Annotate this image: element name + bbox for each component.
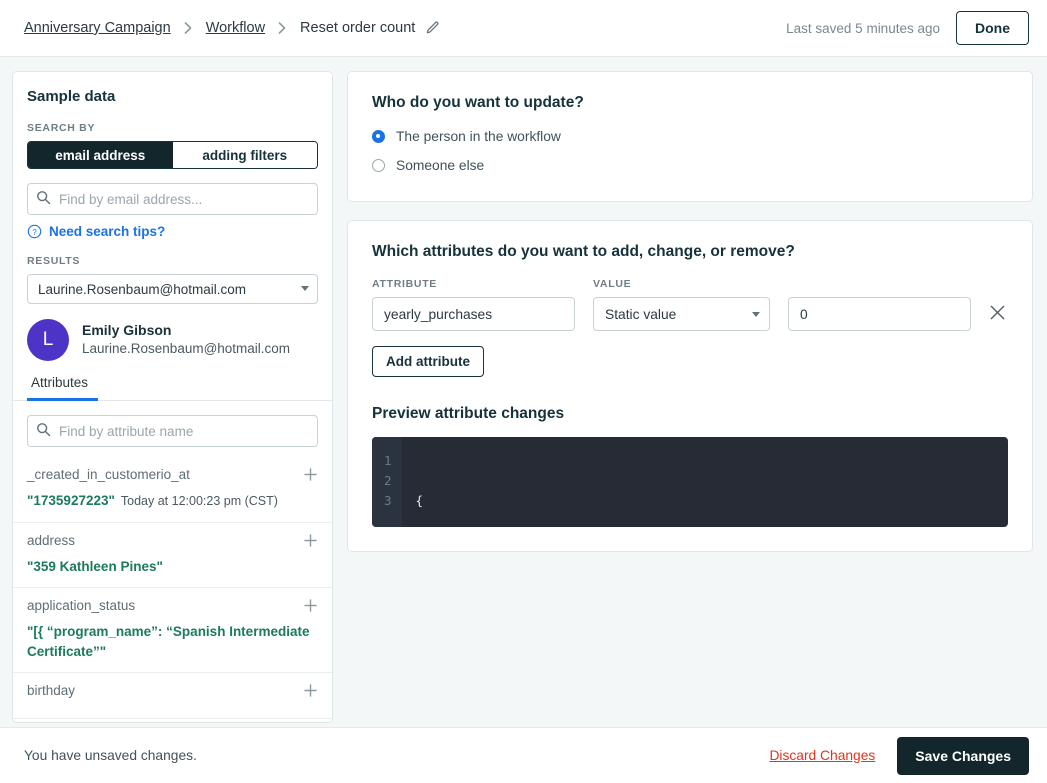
search-by-toggle[interactable]: email address adding filters [27,141,318,169]
preview-code-block: 1 2 3 { "yearly_purchases": "0" } [372,437,1008,527]
sample-data-panel: Sample data SEARCH BY email address addi… [12,71,333,723]
value-type-select[interactable]: Static value [593,297,770,331]
results-label: RESULTS [27,255,81,267]
discard-changes-link[interactable]: Discard Changes [769,748,875,763]
attribute-value: "[{ “program_name”: “Spanish Intermediat… [27,624,310,659]
breadcrumb: Anniversary Campaign Workflow Reset orde… [24,20,786,36]
unsaved-message: You have unsaved changes. [24,748,197,763]
attribute-key: application_status [27,598,136,614]
list-item[interactable]: _created_in_customerio_at "1735927223" To… [13,457,332,523]
who-card-title: Who do you want to update? [372,94,584,111]
results-select[interactable]: Laurine.Rosenbaum@hotmail.com [27,274,318,304]
preview-title: Preview attribute changes [372,405,565,422]
profile-tabs: Attributes [13,375,332,401]
list-item[interactable]: application_status "[{ “program_name”: “… [13,588,332,674]
value-type-select-value: Static value [605,306,677,322]
app-header: Anniversary Campaign Workflow Reset orde… [0,0,1047,57]
who-to-update-card: Who do you want to update? The person in… [347,71,1033,202]
list-item[interactable]: address "359 Kathleen Pines" [13,523,332,589]
unsaved-changes-bar: You have unsaved changes. Discard Change… [0,727,1047,783]
profile-email: Laurine.Rosenbaum@hotmail.com [82,341,291,357]
value-type-field-group: VALUE Static value [593,278,770,331]
line-number: 3 [384,493,392,508]
main-content: Sample data SEARCH BY email address addi… [0,57,1047,727]
radio-label: Someone else [396,158,485,173]
attribute-key: _created_in_customerio_at [27,467,190,482]
code-line-1: { [415,493,424,508]
list-item[interactable]: birthday [13,673,332,720]
chevron-down-icon [752,312,760,317]
plus-icon[interactable] [303,683,318,700]
profile-summary: L Emily Gibson Laurine.Rosenbaum@hotmail… [13,319,332,375]
add-attribute-button[interactable]: Add attribute [372,346,484,377]
chevron-down-icon [301,286,309,291]
attribute-row-editor: ATTRIBUTE yearly_purchases VALUE Static … [372,278,1008,331]
attribute-value: "359 Kathleen Pines" [27,558,163,574]
attributes-card-title: Which attributes do you want to add, cha… [372,243,795,260]
profile-name: Emily Gibson [82,322,172,339]
plus-icon[interactable] [303,533,318,550]
last-saved-status: Last saved 5 minutes ago [786,20,940,36]
attribute-value: "1735927223" [27,493,115,508]
chevron-right-icon [278,22,286,34]
svg-text:?: ? [32,228,37,237]
attribute-name-field-group: ATTRIBUTE yearly_purchases [372,278,575,331]
attribute-header: birthday [27,683,318,700]
tab-attributes[interactable]: Attributes [27,375,99,401]
attribute-list: _created_in_customerio_at "1735927223" To… [13,457,332,722]
value-column-label: VALUE [593,278,632,290]
close-icon[interactable] [989,304,1006,331]
breadcrumb-item-workflow[interactable]: Workflow [206,20,265,36]
line-number: 2 [384,473,392,488]
search-tips-link[interactable]: ? Need search tips? [27,224,318,239]
toggle-option-adding-filters[interactable]: adding filters [172,142,317,168]
breadcrumb-separator-icon [184,22,193,34]
attribute-name-input[interactable]: yearly_purchases [372,297,575,331]
plus-icon[interactable] [303,598,318,615]
value-input[interactable]: 0 [788,297,971,331]
radio-icon-selected[interactable] [372,130,385,143]
pencil-icon[interactable] [425,21,440,36]
attribute-header: application_status [27,598,318,615]
plus-icon[interactable] [303,467,318,484]
attribute-key: address [27,532,76,548]
code-line-numbers: 1 2 3 [372,437,402,527]
chevron-right-icon [184,22,191,34]
attribute-key: birthday [27,683,76,699]
radio-label: The person in the workflow [396,129,561,144]
attribute-search-wrap[interactable] [27,415,318,447]
avatar: L [27,319,69,361]
code-content: { "yearly_purchases": "0" } [402,437,604,527]
editor-column: Who do you want to update? The person in… [347,71,1033,727]
search-input[interactable] [27,183,318,215]
breadcrumb-item-campaign[interactable]: Anniversary Campaign [24,20,171,36]
search-tips-label: Need search tips? [49,224,166,239]
done-button[interactable]: Done [956,11,1029,45]
attribute-header: _created_in_customerio_at [27,467,318,484]
radio-icon[interactable] [372,159,385,172]
radio-option-person-in-workflow[interactable]: The person in the workflow [372,129,1008,144]
attribute-column-label: ATTRIBUTE [372,278,438,290]
help-circle-icon: ? [27,224,42,239]
attributes-card: Which attributes do you want to add, cha… [347,220,1033,552]
radio-option-someone-else[interactable]: Someone else [372,158,1008,173]
attribute-timestamp: Today at 12:00:23 pm (CST) [120,494,278,508]
breadcrumb-item-current: Reset order count [300,20,416,36]
attribute-search-box[interactable] [13,401,332,457]
profile-text: Emily Gibson Laurine.Rosenbaum@hotmail.c… [82,321,290,358]
attribute-header: address [27,533,318,550]
search-by-label: SEARCH BY [27,122,96,134]
attribute-value-row: "1735927223" Today at 12:00:23 pm (CST) [27,491,318,511]
value-field-group: 0 [788,297,971,331]
results-select-value[interactable]: Laurine.Rosenbaum@hotmail.com [27,274,318,304]
email-search-box[interactable] [27,183,318,215]
line-number: 1 [384,453,392,468]
breadcrumb-separator-icon-2 [278,22,287,34]
panel-title: Sample data [27,88,116,105]
attribute-search-input[interactable] [27,415,318,447]
sample-data-controls: Sample data SEARCH BY email address addi… [13,72,332,319]
save-changes-button[interactable]: Save Changes [897,736,1029,775]
toggle-option-email-address[interactable]: email address [28,142,173,168]
